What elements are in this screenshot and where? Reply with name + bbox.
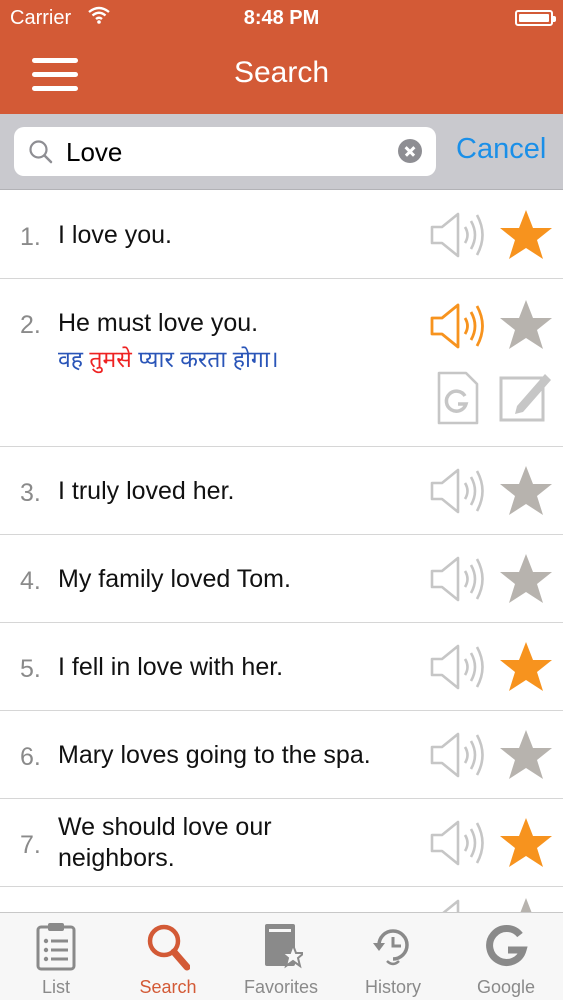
favorite-star-icon[interactable] — [498, 640, 554, 694]
item-number: 7. — [20, 831, 41, 859]
tab-favorites[interactable]: Favorites — [225, 913, 337, 1001]
page-title: Search — [233, 56, 330, 89]
list-item[interactable]: 5. I fell in love with her. — [0, 622, 563, 711]
sentence-text: My family loved Tom. — [58, 565, 291, 593]
list-item[interactable]: 7. We should love our neighbors. — [0, 798, 563, 887]
book-star-icon — [265, 924, 303, 969]
favorite-star-icon[interactable] — [498, 816, 554, 870]
cancel-button[interactable]: Cancel — [456, 133, 546, 166]
battery-icon — [515, 10, 556, 26]
tab-label: Favorites — [243, 977, 319, 997]
list-item[interactable]: 3. I truly loved her. — [0, 446, 563, 535]
tab-bar: List Search Favorites History Google — [0, 912, 563, 1000]
sentence-translation: वह तुमसे प्यार करता होगा। — [58, 346, 279, 372]
google-translate-icon[interactable] — [436, 370, 480, 426]
speaker-icon[interactable] — [428, 211, 486, 259]
item-number: 1. — [20, 223, 41, 251]
google-g-icon — [486, 925, 528, 966]
favorite-star-icon[interactable] — [498, 896, 554, 912]
list-item[interactable]: 6. Mary loves going to the spa. — [0, 710, 563, 799]
speaker-icon[interactable] — [428, 555, 486, 603]
speaker-icon[interactable] — [428, 643, 486, 691]
favorite-star-icon[interactable] — [498, 464, 554, 518]
item-number: 4. — [20, 567, 41, 595]
highlighted-word: तुमसे — [89, 346, 132, 372]
speaker-icon[interactable] — [428, 467, 486, 515]
list-item[interactable]: 1. I love you. — [0, 190, 563, 279]
item-number: 6. — [20, 743, 41, 771]
tab-google[interactable]: Google — [450, 913, 562, 1001]
favorite-star-icon[interactable] — [498, 728, 554, 782]
search-input[interactable]: Love — [66, 137, 122, 168]
search-bar: Love Cancel — [0, 114, 563, 190]
speaker-icon[interactable] — [428, 819, 486, 867]
speaker-icon[interactable] — [428, 302, 486, 350]
search-icon — [29, 140, 53, 164]
tab-label: List — [41, 977, 70, 997]
sentence-list: 1. I love you. 2. He must love you. वह त… — [0, 190, 563, 912]
tab-search[interactable]: Search — [112, 913, 224, 1001]
navigation-bar: Search — [0, 38, 563, 114]
sentence-text: We should love our neighbors. — [58, 813, 272, 872]
list-item[interactable]: 2. He must love you. वह तुमसे प्यार करता… — [0, 278, 563, 447]
clock-time: 8:48 PM — [243, 7, 320, 29]
sentence-text: He must love you. — [58, 309, 259, 337]
favorite-star-icon[interactable] — [498, 208, 554, 262]
sentence-text: Mary loves going to the spa. — [58, 741, 371, 769]
tab-list[interactable]: List — [0, 913, 112, 1001]
favorite-star-icon[interactable] — [498, 552, 554, 606]
tab-label: Search — [139, 977, 197, 997]
history-clock-icon — [373, 929, 409, 966]
sentence-text: I fell in love with her. — [58, 653, 284, 681]
sentence-text: I love you. — [58, 221, 172, 249]
speaker-icon[interactable] — [428, 731, 486, 779]
search-icon — [147, 924, 190, 971]
tab-history[interactable]: History — [337, 913, 449, 1001]
item-number: 5. — [20, 655, 41, 683]
clipboard-list-icon — [36, 923, 76, 971]
edit-icon[interactable] — [497, 368, 553, 424]
sentence-text: I truly loved her. — [58, 477, 235, 505]
item-number: 3. — [20, 479, 41, 507]
tab-label: Google — [476, 977, 536, 997]
speaker-icon[interactable] — [428, 898, 486, 912]
status-bar: Carrier 8:48 PM — [0, 0, 563, 38]
search-field[interactable]: Love — [14, 127, 436, 176]
list-item[interactable]: 4. My family loved Tom. — [0, 534, 563, 623]
clear-icon[interactable] — [398, 139, 422, 163]
tab-label: History — [364, 977, 421, 997]
list-item[interactable] — [0, 886, 563, 912]
item-number: 2. — [20, 311, 41, 339]
favorite-star-icon[interactable] — [498, 298, 554, 352]
